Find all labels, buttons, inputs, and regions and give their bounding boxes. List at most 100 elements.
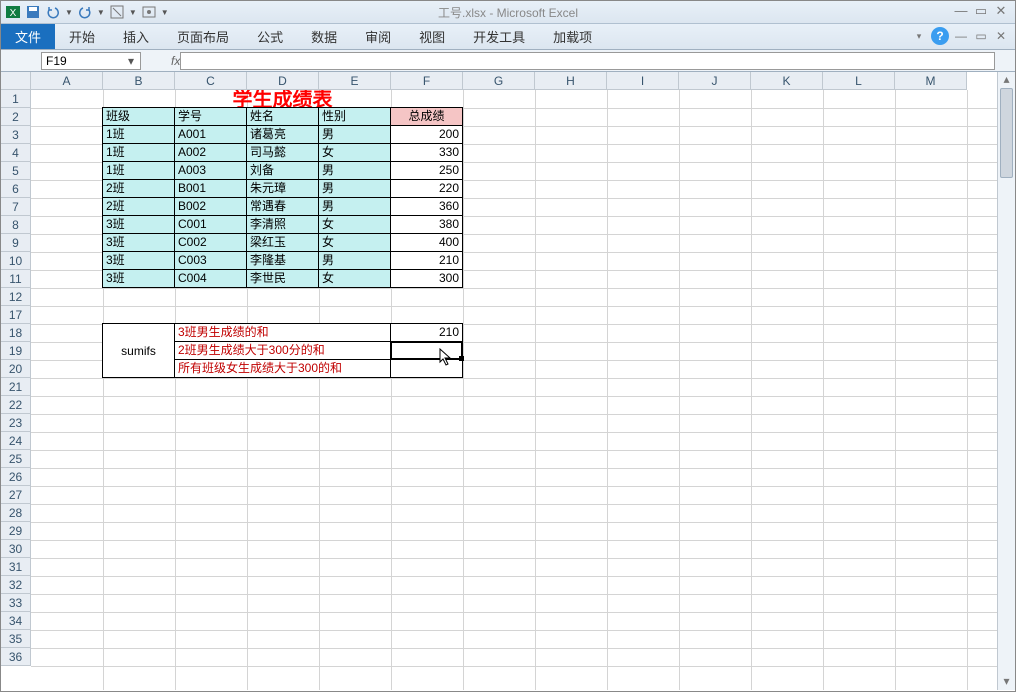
sumifs-val-0[interactable]: 210 (390, 323, 463, 342)
td-name-10[interactable]: 李隆基 (246, 251, 319, 270)
tab-view[interactable]: 视图 (405, 24, 459, 49)
row-header-3[interactable]: 3 (1, 126, 31, 144)
col-header-i[interactable]: I (607, 72, 679, 90)
row-header-10[interactable]: 10 (1, 252, 31, 270)
td-total-10[interactable]: 210 (390, 251, 463, 270)
col-header-m[interactable]: M (895, 72, 967, 90)
td-gender-10[interactable]: 男 (318, 251, 391, 270)
row-header-35[interactable]: 35 (1, 630, 31, 648)
sumifs-val-1[interactable] (390, 341, 463, 360)
td-name-11[interactable]: 李世民 (246, 269, 319, 288)
row-header-32[interactable]: 32 (1, 576, 31, 594)
col-header-j[interactable]: J (679, 72, 751, 90)
th-name[interactable]: 姓名 (246, 107, 319, 126)
row-header-21[interactable]: 21 (1, 378, 31, 396)
name-box-dropdown-icon[interactable]: ▾ (126, 54, 136, 68)
td-class-11[interactable]: 3班 (102, 269, 175, 288)
th-class[interactable]: 班级 (102, 107, 175, 126)
td-id-8[interactable]: C001 (174, 215, 247, 234)
td-class-4[interactable]: 1班 (102, 143, 175, 162)
scrollbar-thumb[interactable] (1000, 88, 1013, 178)
row-header-8[interactable]: 8 (1, 216, 31, 234)
td-total-11[interactable]: 300 (390, 269, 463, 288)
col-header-c[interactable]: C (175, 72, 247, 90)
redo-dropdown-icon[interactable]: ▼ (97, 8, 105, 17)
td-id-3[interactable]: A001 (174, 125, 247, 144)
tab-formulas[interactable]: 公式 (243, 24, 297, 49)
row-header-1[interactable]: 1 (1, 90, 31, 108)
row-header-25[interactable]: 25 (1, 450, 31, 468)
row-header-19[interactable]: 19 (1, 342, 31, 360)
sumifs-desc-2[interactable]: 所有班级女生成绩大于300的和 (174, 359, 391, 378)
td-name-8[interactable]: 李清照 (246, 215, 319, 234)
td-class-3[interactable]: 1班 (102, 125, 175, 144)
tab-insert[interactable]: 插入 (109, 24, 163, 49)
redo-icon[interactable] (77, 4, 93, 20)
tab-addins[interactable]: 加载项 (539, 24, 606, 49)
td-class-6[interactable]: 2班 (102, 179, 175, 198)
minimize-button[interactable]: — (953, 4, 969, 20)
col-header-d[interactable]: D (247, 72, 319, 90)
row-header-18[interactable]: 18 (1, 324, 31, 342)
row-header-30[interactable]: 30 (1, 540, 31, 558)
row-header-6[interactable]: 6 (1, 180, 31, 198)
td-total-5[interactable]: 250 (390, 161, 463, 180)
qat-tool-2-icon[interactable] (141, 4, 157, 20)
td-gender-4[interactable]: 女 (318, 143, 391, 162)
tab-file[interactable]: 文件 (1, 24, 55, 49)
workbook-restore-icon[interactable]: ▭ (973, 28, 989, 44)
td-class-8[interactable]: 3班 (102, 215, 175, 234)
row-header-7[interactable]: 7 (1, 198, 31, 216)
row-header-9[interactable]: 9 (1, 234, 31, 252)
td-gender-7[interactable]: 男 (318, 197, 391, 216)
save-icon[interactable] (25, 4, 41, 20)
row-header-27[interactable]: 27 (1, 486, 31, 504)
td-gender-3[interactable]: 男 (318, 125, 391, 144)
col-header-g[interactable]: G (463, 72, 535, 90)
scroll-up-button[interactable]: ▴ (998, 72, 1015, 88)
fx-icon[interactable]: fx (171, 54, 180, 68)
td-class-10[interactable]: 3班 (102, 251, 175, 270)
td-name-3[interactable]: 诸葛亮 (246, 125, 319, 144)
td-id-6[interactable]: B001 (174, 179, 247, 198)
td-id-11[interactable]: C004 (174, 269, 247, 288)
td-total-4[interactable]: 330 (390, 143, 463, 162)
td-total-9[interactable]: 400 (390, 233, 463, 252)
td-total-6[interactable]: 220 (390, 179, 463, 198)
row-header-2[interactable]: 2 (1, 108, 31, 126)
row-header-12[interactable]: 12 (1, 288, 31, 306)
row-header-24[interactable]: 24 (1, 432, 31, 450)
td-name-4[interactable]: 司马懿 (246, 143, 319, 162)
formula-bar[interactable] (180, 52, 995, 70)
col-header-k[interactable]: K (751, 72, 823, 90)
row-header-34[interactable]: 34 (1, 612, 31, 630)
td-class-7[interactable]: 2班 (102, 197, 175, 216)
td-class-9[interactable]: 3班 (102, 233, 175, 252)
row-header-5[interactable]: 5 (1, 162, 31, 180)
sumifs-val-2[interactable] (390, 359, 463, 378)
row-header-4[interactable]: 4 (1, 144, 31, 162)
ribbon-dropdown-icon[interactable]: ▾ (911, 28, 927, 44)
td-id-10[interactable]: C003 (174, 251, 247, 270)
sumifs-label[interactable]: sumifs (102, 323, 175, 378)
td-name-5[interactable]: 刘备 (246, 161, 319, 180)
row-header-17[interactable]: 17 (1, 306, 31, 324)
qat-tool-1-dropdown[interactable]: ▼ (129, 8, 137, 17)
name-box[interactable]: F19 ▾ (41, 52, 141, 70)
td-total-8[interactable]: 380 (390, 215, 463, 234)
row-header-36[interactable]: 36 (1, 648, 31, 666)
td-class-5[interactable]: 1班 (102, 161, 175, 180)
tab-page-layout[interactable]: 页面布局 (163, 24, 243, 49)
td-name-7[interactable]: 常遇春 (246, 197, 319, 216)
td-gender-9[interactable]: 女 (318, 233, 391, 252)
row-header-31[interactable]: 31 (1, 558, 31, 576)
td-id-5[interactable]: A003 (174, 161, 247, 180)
th-id[interactable]: 学号 (174, 107, 247, 126)
col-header-f[interactable]: F (391, 72, 463, 90)
row-header-11[interactable]: 11 (1, 270, 31, 288)
undo-dropdown-icon[interactable]: ▼ (65, 8, 73, 17)
th-total[interactable]: 总成绩 (390, 107, 463, 126)
row-header-22[interactable]: 22 (1, 396, 31, 414)
grid[interactable]: 学生成绩表班级学号姓名性别总成绩1班A001诸葛亮男2001班A002司马懿女3… (31, 90, 997, 690)
th-gender[interactable]: 性别 (318, 107, 391, 126)
